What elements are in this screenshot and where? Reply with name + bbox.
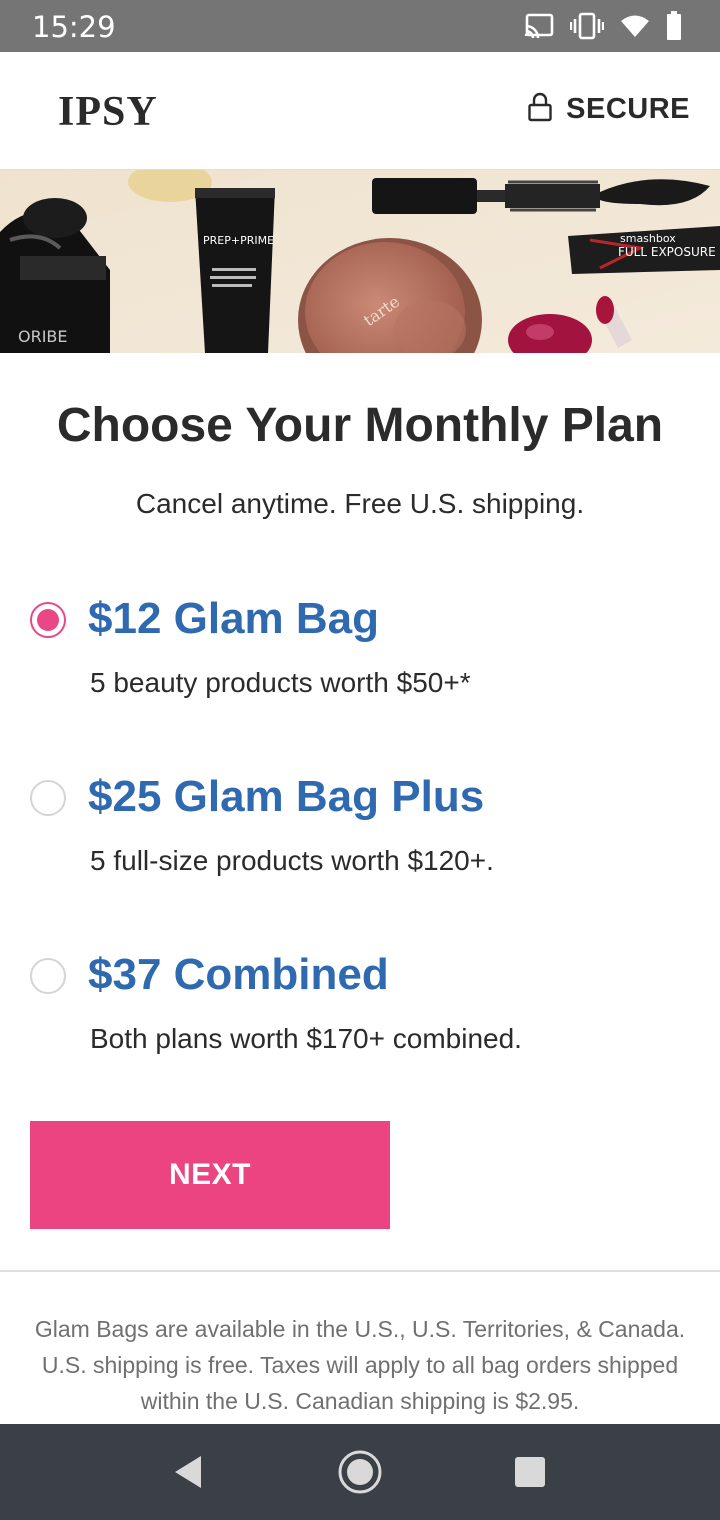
plan-option-glam-bag[interactable]: $12 Glam Bag 5 beauty products worth $50… xyxy=(0,594,720,744)
plan-name: $12 Glam Bag xyxy=(88,594,380,643)
wifi-icon xyxy=(620,14,650,38)
plan-description: 5 full-size products worth $120+. xyxy=(90,845,494,876)
plan-option-glam-bag-plus[interactable]: $25 Glam Bag Plus 5 full-size products w… xyxy=(0,772,720,922)
banner-label-full-exposure: FULL EXPOSURE xyxy=(618,245,716,259)
page-title: Choose Your Monthly Plan xyxy=(56,399,664,452)
product-banner: ORIBE PREP+PRIME smashbox FULL EXPOSURE … xyxy=(0,170,720,353)
back-icon[interactable] xyxy=(164,1448,212,1496)
status-time: 15:29 xyxy=(32,10,116,44)
shipping-note: Glam Bags are available in the U.S., U.S… xyxy=(34,1316,686,1414)
next-button[interactable]: NEXT xyxy=(30,1121,390,1229)
banner-label-prep-prime: PREP+PRIME xyxy=(203,234,274,247)
app-header: IPSY SECURE xyxy=(0,52,720,170)
divider xyxy=(0,1270,720,1272)
status-icons xyxy=(524,10,682,42)
vibrate-icon xyxy=(570,12,604,40)
navigation-bar xyxy=(0,1424,720,1520)
status-bar: 15:29 xyxy=(0,0,720,52)
recents-icon[interactable] xyxy=(506,1448,554,1496)
page-subtitle: Cancel anytime. Free U.S. shipping. xyxy=(135,488,585,519)
plan-description: 5 beauty products worth $50+* xyxy=(90,667,471,698)
plan-radio-combined[interactable] xyxy=(30,958,66,994)
battery-icon xyxy=(666,11,682,41)
banner-label-smashbox: smashbox xyxy=(620,232,676,245)
home-icon[interactable] xyxy=(336,1448,384,1496)
secure-indicator: SECURE xyxy=(528,92,690,127)
ipsy-logo[interactable]: IPSY xyxy=(58,88,158,136)
banner-illustration: ORIBE PREP+PRIME smashbox FULL EXPOSURE … xyxy=(0,170,720,353)
plan-name: $37 Combined xyxy=(88,950,389,999)
banner-label-oribe: ORIBE xyxy=(18,327,68,346)
lock-icon xyxy=(528,92,552,127)
plan-radio-glam-bag[interactable] xyxy=(30,602,66,638)
plan-description: Both plans worth $170+ combined. xyxy=(90,1023,522,1054)
plan-option-combined[interactable]: $37 Combined Both plans worth $170+ comb… xyxy=(0,950,720,1100)
plan-radio-glam-bag-plus[interactable] xyxy=(30,780,66,816)
cast-icon xyxy=(524,13,554,39)
plan-name: $25 Glam Bag Plus xyxy=(88,772,485,821)
secure-label: SECURE xyxy=(566,93,690,125)
